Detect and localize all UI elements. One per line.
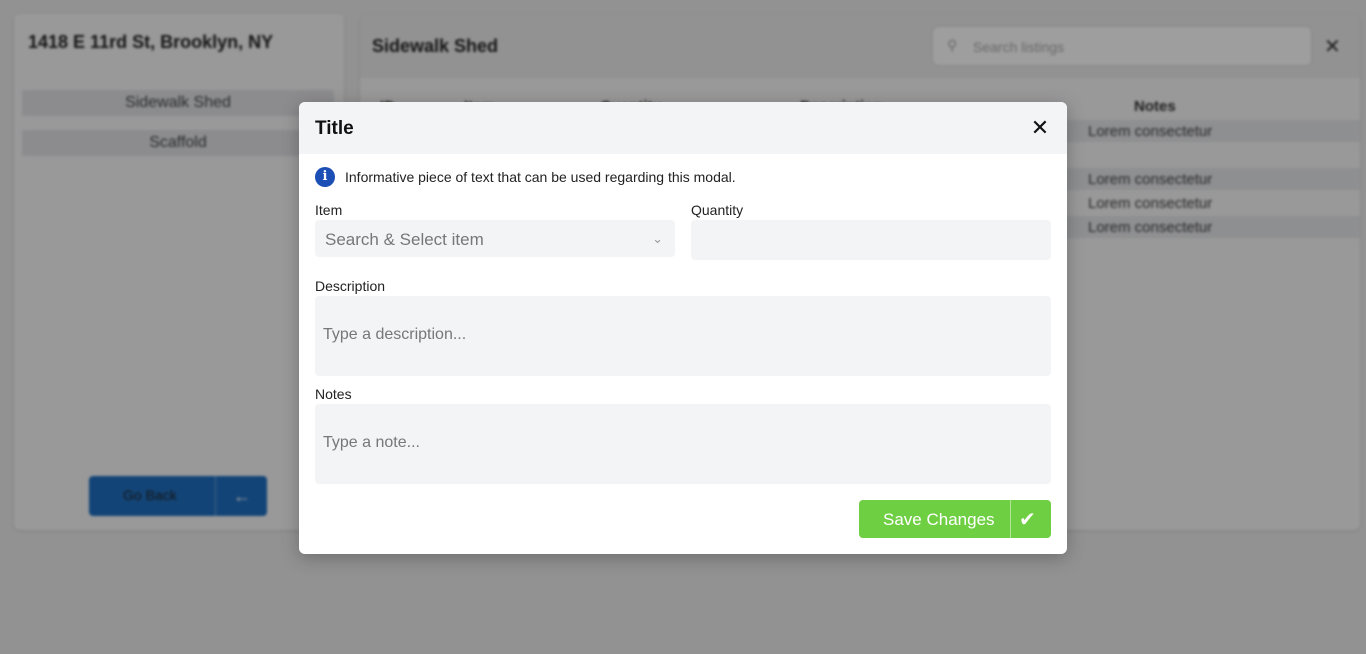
quantity-input[interactable] xyxy=(691,220,1051,260)
modal-header: Title ✕ xyxy=(299,102,1067,154)
info-text: Informative piece of text that can be us… xyxy=(345,169,736,185)
close-icon[interactable]: ✕ xyxy=(1027,115,1053,141)
description-textarea[interactable] xyxy=(315,296,1051,376)
quantity-field-wrapper xyxy=(691,220,1051,260)
app-stage: 1418 E 11rd St, Brooklyn, NY Sidewalk Sh… xyxy=(0,0,1366,654)
notes-label: Notes xyxy=(315,386,352,402)
item-select[interactable]: Search & Select item ⌄ xyxy=(315,220,675,257)
save-changes-label: Save Changes xyxy=(883,510,995,529)
info-circle-icon: i xyxy=(315,167,335,187)
item-label: Item xyxy=(315,202,343,218)
check-icon: ✔ xyxy=(1019,509,1036,531)
notes-field-wrapper xyxy=(315,404,1051,484)
item-select-placeholder: Search & Select item xyxy=(325,230,484,249)
description-field-wrapper xyxy=(315,296,1051,376)
notes-textarea[interactable] xyxy=(315,404,1051,484)
save-changes-button[interactable]: Save Changes ✔ xyxy=(859,500,1051,538)
button-divider xyxy=(1010,500,1011,538)
chevron-down-icon: ⌄ xyxy=(652,231,663,246)
description-label: Description xyxy=(315,278,386,294)
quantity-label: Quantity xyxy=(691,202,744,218)
edit-item-modal: Title ✕ i Informative piece of text that… xyxy=(299,102,1067,554)
modal-title: Title xyxy=(315,118,354,139)
